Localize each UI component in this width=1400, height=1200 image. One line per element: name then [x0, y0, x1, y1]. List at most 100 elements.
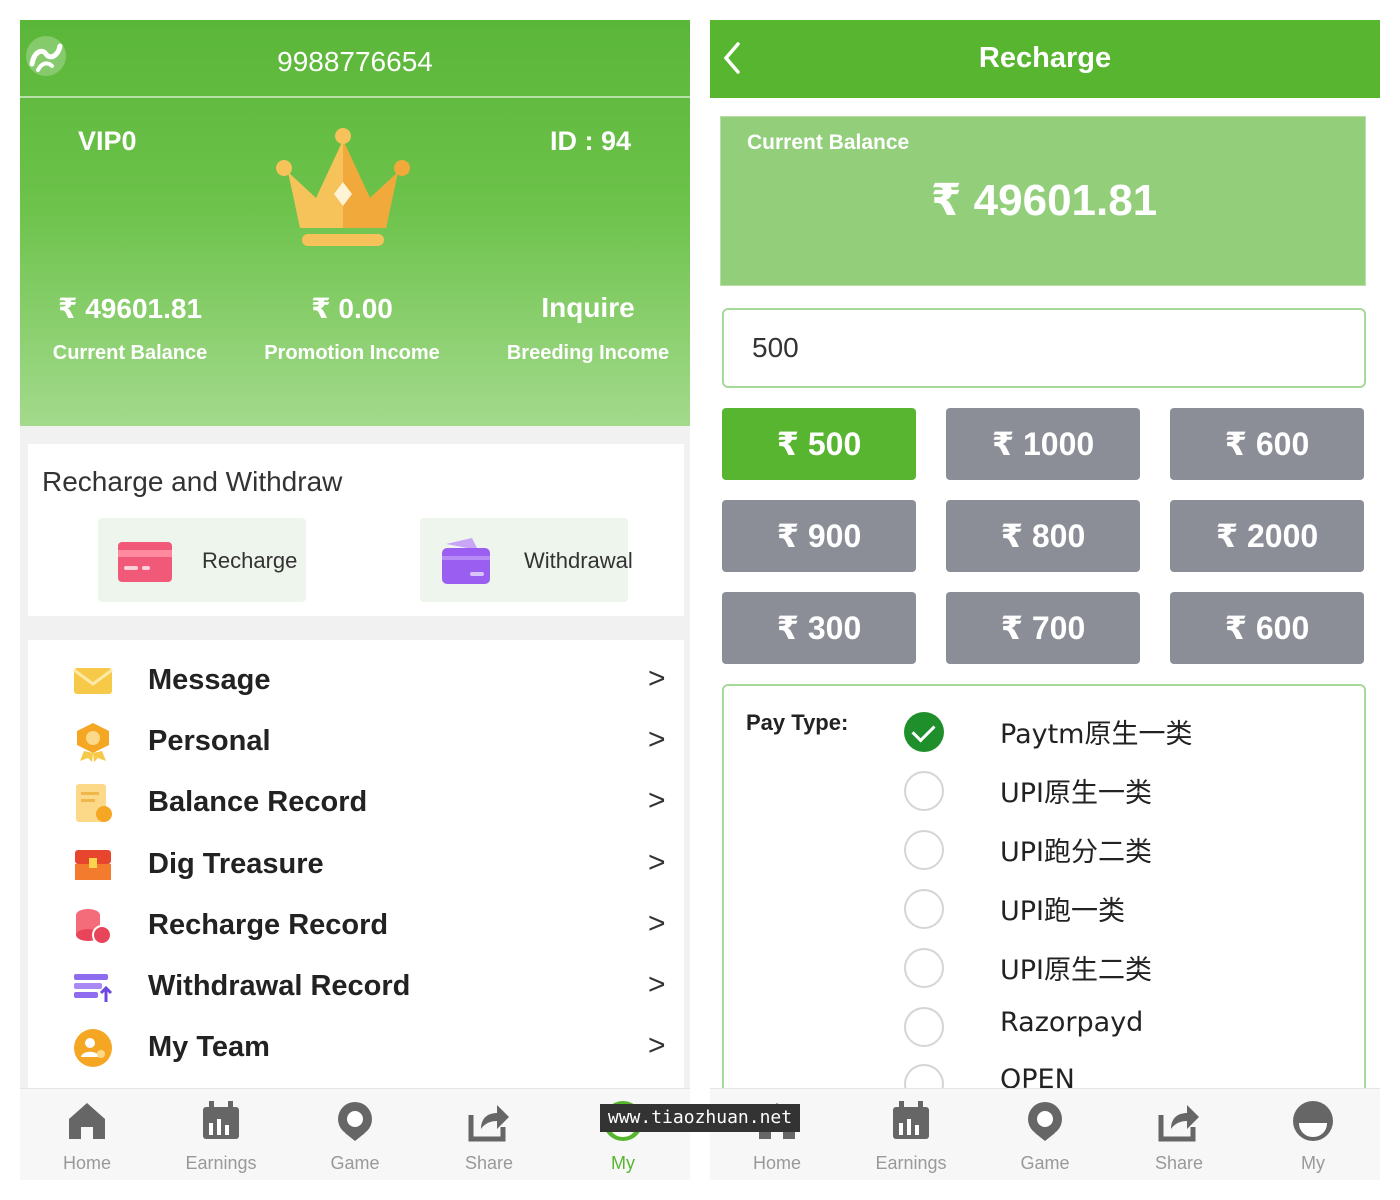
stat-breeding-income[interactable]: Inquire Breeding Income [478, 292, 690, 365]
stat-label: Breeding Income [506, 342, 670, 364]
tab-share[interactable]: Share [422, 1089, 556, 1180]
tab-home[interactable]: Home [710, 1089, 844, 1180]
pay-option-paytm-1[interactable]: Paytm原生一类 [904, 710, 1344, 754]
menu-item-message[interactable]: Message > [28, 652, 684, 712]
menu-label: Personal [148, 725, 271, 757]
wallet-icon [442, 538, 490, 584]
menu-item-recharge-record[interactable]: Recharge Record > [28, 897, 684, 957]
my-profile-screen: 9988776654 VIP0 ID : 94 ₹ 49601.81 Curre… [20, 20, 690, 1180]
tab-label: Game [330, 1153, 380, 1173]
page-title: Recharge [978, 42, 1112, 74]
pay-option-name: UPI跑分二类 [1000, 837, 1153, 868]
radio-icon[interactable] [904, 1007, 944, 1047]
tab-label: My [611, 1153, 635, 1173]
menu-item-dig-treasure[interactable]: Dig Treasure > [28, 836, 684, 896]
tab-earnings[interactable]: Earnings [844, 1089, 978, 1180]
calendar-icon [893, 1101, 929, 1139]
team-icon [74, 1029, 112, 1067]
tab-home[interactable]: Home [20, 1089, 154, 1180]
balance-value: ₹ 49601.81 [930, 176, 1158, 225]
amount-option-2000[interactable]: ₹ 2000 [1170, 500, 1364, 572]
pay-option-upi-score-2[interactable]: UPI跑分二类 [904, 828, 1344, 872]
stat-current-balance: ₹ 49601.81 Current Balance [20, 292, 240, 365]
pay-option-upi-native-2[interactable]: UPI原生二类 [904, 946, 1344, 990]
menu-list: Message > Personal > Balance Record > Di… [28, 640, 684, 1100]
tab-earnings[interactable]: Earnings [154, 1089, 288, 1180]
pay-type-card: Pay Type: Paytm原生一类 UPI原生一类 UPI跑分二类 UPI跑… [722, 684, 1366, 1124]
menu-label: Dig Treasure [148, 848, 324, 880]
tab-my[interactable]: My [556, 1089, 690, 1180]
envelope-icon [73, 668, 113, 694]
pay-option-name: UPI原生二类 [1000, 955, 1153, 986]
amount-option-700[interactable]: ₹ 700 [946, 592, 1140, 664]
stat-label: Current Balance [52, 342, 208, 364]
bottom-tab-bar: Home Earnings Game Share My [710, 1088, 1380, 1180]
amount-option-600-b[interactable]: ₹ 600 [1170, 592, 1364, 664]
inquire-link[interactable]: Inquire [478, 292, 690, 332]
section-title: Recharge and Withdraw [42, 466, 343, 497]
balance-label: Current Balance [747, 131, 910, 154]
amount-option-900[interactable]: ₹ 900 [722, 500, 916, 572]
watermark: www.tiaozhuan.net [600, 1104, 800, 1132]
pay-option-name: UPI跑一类 [1000, 896, 1126, 927]
menu-item-withdrawal-record[interactable]: Withdrawal Record > [28, 958, 684, 1018]
profile-header: 9988776654 VIP0 ID : 94 ₹ 49601.81 Curre… [20, 20, 690, 426]
top-bar: 9988776654 [20, 20, 690, 98]
home-icon [69, 1103, 105, 1139]
recharge-label: Recharge [202, 548, 298, 573]
stack-icon [74, 974, 113, 1002]
radio-icon[interactable] [904, 771, 944, 811]
stat-value: ₹ 0.00 [311, 293, 393, 324]
menu-label: My Team [148, 1031, 270, 1063]
bottom-tab-bar: Home Earnings Game Share My [20, 1088, 690, 1180]
pay-option-upi-native-1[interactable]: UPI原生一类 [904, 769, 1344, 813]
menu-label: Withdrawal Record [148, 970, 411, 1002]
amount-option-500[interactable]: ₹ 500 [722, 408, 916, 480]
badge-icon [77, 723, 109, 762]
menu-item-balance-record[interactable]: Balance Record > [28, 774, 684, 834]
location-icon [1028, 1102, 1062, 1141]
menu-label: Recharge Record [148, 909, 389, 941]
tab-game[interactable]: Game [288, 1089, 422, 1180]
tab-game[interactable]: Game [978, 1089, 1112, 1180]
amount-input[interactable] [722, 308, 1366, 388]
pay-option-name: Razorpayd [1000, 1007, 1144, 1038]
tab-share[interactable]: Share [1112, 1089, 1246, 1180]
radio-icon[interactable] [904, 830, 944, 870]
user-id: ID : 94 [550, 126, 632, 156]
treasure-chest-icon [75, 850, 111, 880]
radio-icon[interactable] [904, 948, 944, 988]
pay-option-razorpay[interactable]: Razorpayd [904, 1005, 1344, 1049]
amount-option-300[interactable]: ₹ 300 [722, 592, 916, 664]
amount-option-1000[interactable]: ₹ 1000 [946, 408, 1140, 480]
radio-icon[interactable] [904, 889, 944, 929]
credit-card-icon [118, 542, 172, 582]
tab-label: Home [752, 1153, 801, 1173]
amount-option-800[interactable]: ₹ 800 [946, 500, 1140, 572]
chevron-right-icon: > [648, 907, 666, 940]
recharge-button[interactable]: Recharge [98, 518, 306, 602]
chevron-right-icon: > [648, 723, 666, 756]
pay-option-upi-run-1[interactable]: UPI跑一类 [904, 887, 1344, 931]
balance-card: Current Balance ₹ 49601.81 [720, 116, 1366, 286]
phone-number: 9988776654 [277, 46, 433, 77]
share-icon [1158, 1105, 1199, 1142]
tab-label: My [1301, 1153, 1325, 1173]
radio-checked-icon[interactable] [904, 712, 944, 752]
user-icon [1293, 1101, 1333, 1141]
recharge-withdraw-card: Recharge and Withdraw Recharge Withdrawa… [28, 444, 684, 616]
location-icon [338, 1102, 372, 1141]
tab-label: Share [464, 1153, 514, 1173]
tab-my[interactable]: My [1246, 1089, 1380, 1180]
menu-item-my-team[interactable]: My Team > [28, 1019, 684, 1079]
chevron-right-icon: > [648, 846, 666, 879]
tab-label: Earnings [185, 1153, 257, 1173]
coins-icon [76, 909, 112, 945]
share-icon [468, 1105, 509, 1142]
withdrawal-button[interactable]: Withdrawal [420, 518, 633, 602]
stat-value: ₹ 49601.81 [57, 293, 203, 324]
tab-label: Game [1020, 1153, 1070, 1173]
menu-item-personal[interactable]: Personal > [28, 713, 684, 773]
amount-option-600[interactable]: ₹ 600 [1170, 408, 1364, 480]
chevron-right-icon: > [648, 968, 666, 1001]
